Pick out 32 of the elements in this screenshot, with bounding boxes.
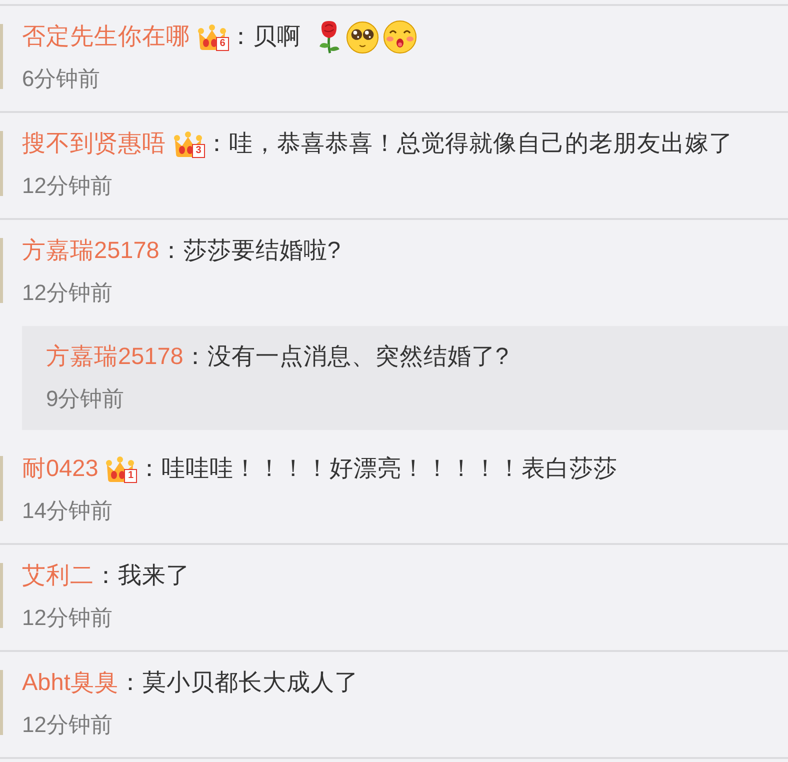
user-name[interactable]: Abht臭臭 <box>22 665 118 701</box>
comment-time: 6分钟前 <box>22 65 102 93</box>
user-name[interactable]: 方嘉瑞25178 <box>46 339 184 375</box>
user-name[interactable]: 耐0423 <box>22 451 98 487</box>
avatar-photo[interactable] <box>0 670 3 735</box>
comment-time: 12分钟前 <box>22 172 114 200</box>
avatar-photo[interactable] <box>0 238 3 303</box>
comment-text: ：贝啊 <box>229 22 301 52</box>
avatar-photo[interactable] <box>0 24 3 89</box>
avatar-photo[interactable] <box>0 456 3 521</box>
comment-text: ：哇，恭喜恭喜！总觉得就像自己的老朋友出嫁了 <box>205 129 733 158</box>
big-eyes-face-icon <box>346 20 379 54</box>
vip-level-badge: 1 <box>124 468 138 482</box>
user-name[interactable]: 搜不到贤惠唔 <box>22 126 166 162</box>
comment-text: ：没有一点消息、突然结婚了? <box>183 342 508 372</box>
comment-text: ：莫小贝都长大成人了 <box>118 668 358 698</box>
avatar-photo[interactable] <box>0 563 3 628</box>
comment-text: ：莎莎要结婚啦? <box>159 236 340 266</box>
comment-time: 12分钟前 <box>22 279 114 307</box>
comment-text: ：我来了 <box>94 561 190 590</box>
avatar-photo[interactable] <box>0 131 3 196</box>
user-name[interactable]: 否定先生你在哪 <box>22 19 190 55</box>
comment-text: ：哇哇哇！！！！好漂亮！！！！！表白莎莎 <box>137 454 618 484</box>
user-name[interactable]: 方嘉瑞25178 <box>22 233 160 269</box>
vip-level-badge: 3 <box>192 144 205 158</box>
comment-time: 12分钟前 <box>22 711 114 739</box>
user-name[interactable]: 艾利二 <box>22 558 94 594</box>
comment-time: 12分钟前 <box>22 604 114 632</box>
comment-time: 9分钟前 <box>46 385 126 413</box>
vip-level-badge: 6 <box>216 36 229 50</box>
comment-time: 14分钟前 <box>22 497 114 525</box>
surprised-face-icon <box>383 20 417 54</box>
